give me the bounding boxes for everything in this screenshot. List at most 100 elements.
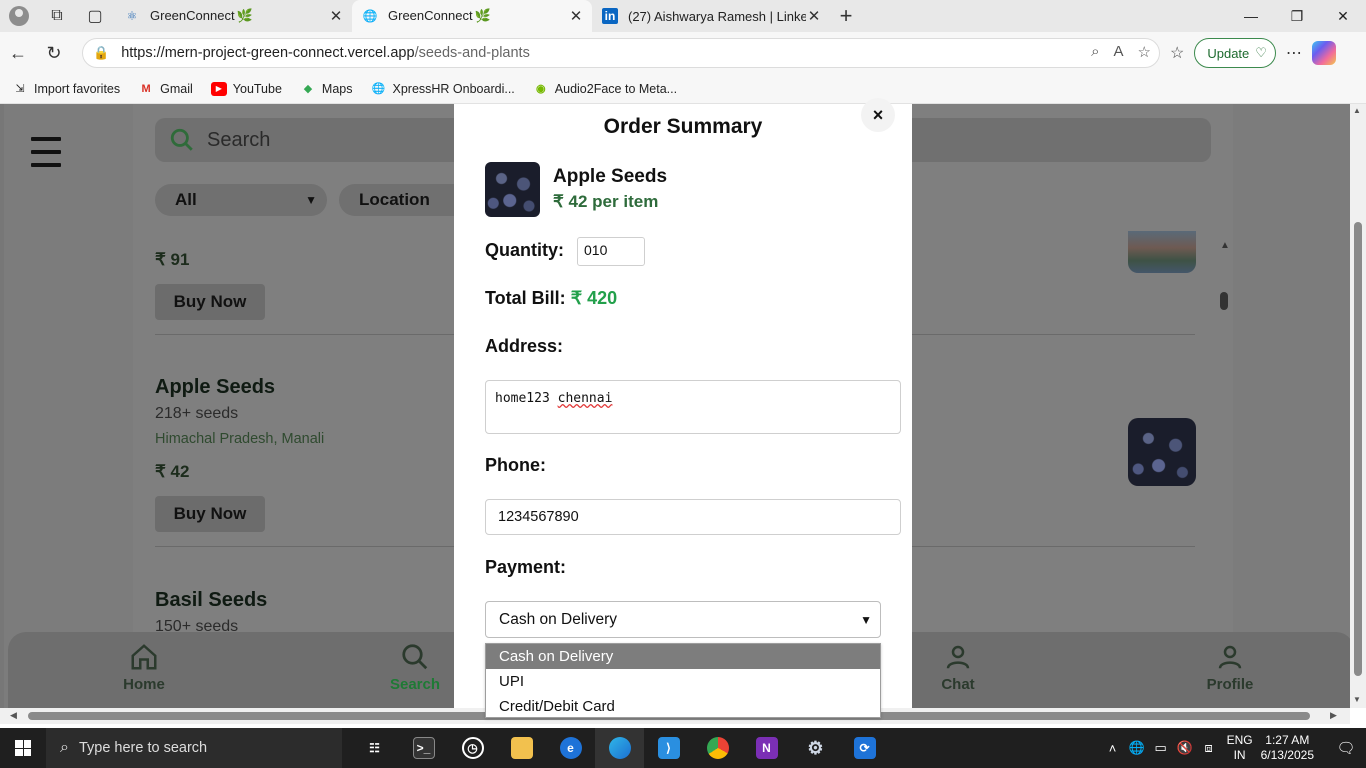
- address-label: Address:: [485, 336, 564, 356]
- clock-date: 6/13/2025: [1260, 748, 1314, 762]
- close-icon[interactable]: ×: [861, 98, 895, 132]
- tab-greenconnect-2[interactable]: 🌐 GreenConnect 🌿 ✕: [352, 0, 592, 32]
- tab-actions-icon[interactable]: ▢: [76, 0, 114, 32]
- file-explorer-icon[interactable]: [497, 728, 546, 768]
- nav-label: Home: [123, 676, 165, 693]
- search-icon: ⌕: [60, 739, 69, 756]
- taskbar-search-input[interactable]: ⌕ Type here to search: [46, 728, 342, 768]
- product-name: Basil Seeds: [155, 589, 268, 611]
- product-price: ₹ 42: [155, 462, 189, 482]
- heart-pulse-icon: ♡: [1255, 45, 1267, 60]
- gmail-icon: M: [141, 82, 151, 95]
- alarm-clock-icon[interactable]: ◷: [448, 728, 497, 768]
- remote-app-icon[interactable]: ⟳: [840, 728, 889, 768]
- zoom-icon[interactable]: ⌕: [1091, 43, 1099, 61]
- close-window-icon[interactable]: ✕: [1320, 0, 1366, 32]
- screen-icon[interactable]: ⧈: [1197, 740, 1221, 756]
- list-scrollbar-thumb[interactable]: [1220, 292, 1228, 310]
- profile-avatar-icon[interactable]: [0, 0, 38, 32]
- new-tab-icon[interactable]: +: [830, 3, 862, 29]
- payment-option-card[interactable]: Credit/Debit Card: [486, 694, 880, 719]
- buy-now-button[interactable]: Buy Now: [155, 284, 265, 320]
- nav-profile[interactable]: Profile: [1185, 642, 1275, 693]
- refresh-icon[interactable]: ↻: [36, 35, 72, 71]
- scroll-right-icon[interactable]: ▶: [1330, 710, 1337, 721]
- favorite-audio2face[interactable]: ◉ Audio2Face to Meta...: [533, 82, 677, 96]
- more-icon[interactable]: ⋯: [1286, 43, 1302, 63]
- buy-now-button[interactable]: Buy Now: [155, 496, 265, 532]
- url-field[interactable]: 🔒 https://mern-project-green-connect.ver…: [82, 38, 1160, 68]
- nav-home[interactable]: Home: [99, 642, 189, 693]
- copilot-icon[interactable]: [1311, 41, 1336, 65]
- chevron-up-icon[interactable]: ˄: [1101, 741, 1125, 756]
- edge-dev-icon[interactable]: e: [546, 728, 595, 768]
- nav-chat[interactable]: Chat: [913, 642, 1003, 693]
- location-filter-button[interactable]: Location: [339, 184, 469, 216]
- site-info-icon[interactable]: 🔒: [93, 45, 109, 61]
- tab-linkedin[interactable]: in (27) Aishwarya Ramesh | LinkedIn ✕: [592, 0, 830, 32]
- home-icon: [131, 644, 157, 670]
- read-aloud-icon[interactable]: A: [1114, 43, 1124, 61]
- address-textarea[interactable]: home123 chennai: [485, 380, 901, 434]
- hamburger-menu-icon[interactable]: [31, 137, 61, 169]
- vscode-icon[interactable]: ⟩: [644, 728, 693, 768]
- quantity-input[interactable]: 010: [577, 237, 645, 266]
- task-view-icon[interactable]: ☷: [350, 728, 399, 768]
- chevron-down-icon: ▼: [305, 193, 317, 207]
- nav-search[interactable]: Search: [370, 642, 460, 693]
- settings-icon[interactable]: ⚙: [791, 728, 840, 768]
- favorite-label: Audio2Face to Meta...: [554, 81, 678, 96]
- category-filter-select[interactable]: All ▼: [155, 184, 327, 216]
- back-icon[interactable]: ←: [0, 35, 36, 71]
- payment-select[interactable]: Cash on Delivery ▼: [485, 601, 881, 638]
- tab-greenconnect-1[interactable]: ⚛ GreenConnect 🌿 ✕: [114, 0, 352, 32]
- start-button[interactable]: [0, 728, 46, 768]
- payment-option-upi[interactable]: UPI: [486, 669, 880, 694]
- close-tab-icon[interactable]: ✕: [328, 7, 344, 25]
- chevron-down-icon: ▼: [860, 612, 872, 627]
- chrome-icon[interactable]: [693, 728, 742, 768]
- tab-title: GreenConnect: [388, 8, 473, 23]
- favorite-import[interactable]: ⇲ Import favorites: [12, 82, 120, 96]
- favorite-youtube[interactable]: ▶ YouTube: [210, 81, 282, 96]
- onenote-icon[interactable]: N: [742, 728, 791, 768]
- phone-input[interactable]: 1234567890: [485, 499, 901, 535]
- region-code: IN: [1233, 748, 1246, 762]
- network-icon[interactable]: 🌐: [1125, 740, 1149, 756]
- scrollbar-thumb[interactable]: [1354, 222, 1362, 676]
- language-indicator[interactable]: ENG IN: [1227, 733, 1253, 763]
- page-vertical-scrollbar[interactable]: ▲ ▼: [1350, 104, 1366, 708]
- scroll-down-icon[interactable]: ▼: [1353, 695, 1361, 704]
- phone-label: Phone:: [485, 455, 546, 475]
- volume-mute-icon[interactable]: 🔇: [1173, 740, 1197, 756]
- favorite-star-icon[interactable]: ☆: [1138, 43, 1151, 61]
- restore-icon[interactable]: ❐: [1274, 0, 1320, 32]
- windows-logo-icon: [15, 740, 31, 756]
- scroll-left-icon[interactable]: ◀: [10, 710, 17, 721]
- unit-price: ₹ 42 per item: [553, 192, 659, 211]
- close-tab-icon[interactable]: ✕: [806, 7, 822, 25]
- nvidia-icon: ◉: [535, 83, 546, 95]
- update-button[interactable]: Update ♡: [1194, 38, 1276, 68]
- clock[interactable]: 1:27 AM 6/13/2025: [1261, 733, 1314, 763]
- edge-icon[interactable]: [595, 728, 644, 768]
- product-name: Apple Seeds: [155, 376, 276, 398]
- favorite-label: Gmail: [160, 81, 193, 96]
- terminal-icon[interactable]: >_: [399, 728, 448, 768]
- globe-icon: 🌐: [371, 83, 386, 95]
- minimize-icon[interactable]: ―: [1228, 0, 1274, 32]
- favorite-gmail[interactable]: M Gmail: [138, 82, 193, 96]
- list-scroll-up-icon[interactable]: ▲: [1220, 240, 1230, 251]
- payment-option-cod[interactable]: Cash on Delivery: [486, 644, 880, 669]
- close-tab-icon[interactable]: ✕: [568, 7, 584, 25]
- address-bar-row: ← ↻ 🔒 https://mern-project-green-connect…: [0, 32, 1366, 74]
- battery-icon[interactable]: ▭: [1149, 740, 1173, 756]
- notifications-icon[interactable]: 🗨: [1326, 739, 1366, 757]
- nav-label: Search: [389, 676, 441, 693]
- favorites-icon[interactable]: ☆: [1170, 43, 1184, 63]
- favorite-maps[interactable]: ◆ Maps: [300, 82, 353, 96]
- workspaces-icon[interactable]: ⧉: [38, 0, 76, 32]
- payment-dropdown-list: Cash on Delivery UPI Credit/Debit Card: [485, 643, 881, 718]
- favorite-xpresshr[interactable]: 🌐 XpressHR Onboardi...: [371, 82, 515, 96]
- scroll-up-icon[interactable]: ▲: [1353, 106, 1361, 115]
